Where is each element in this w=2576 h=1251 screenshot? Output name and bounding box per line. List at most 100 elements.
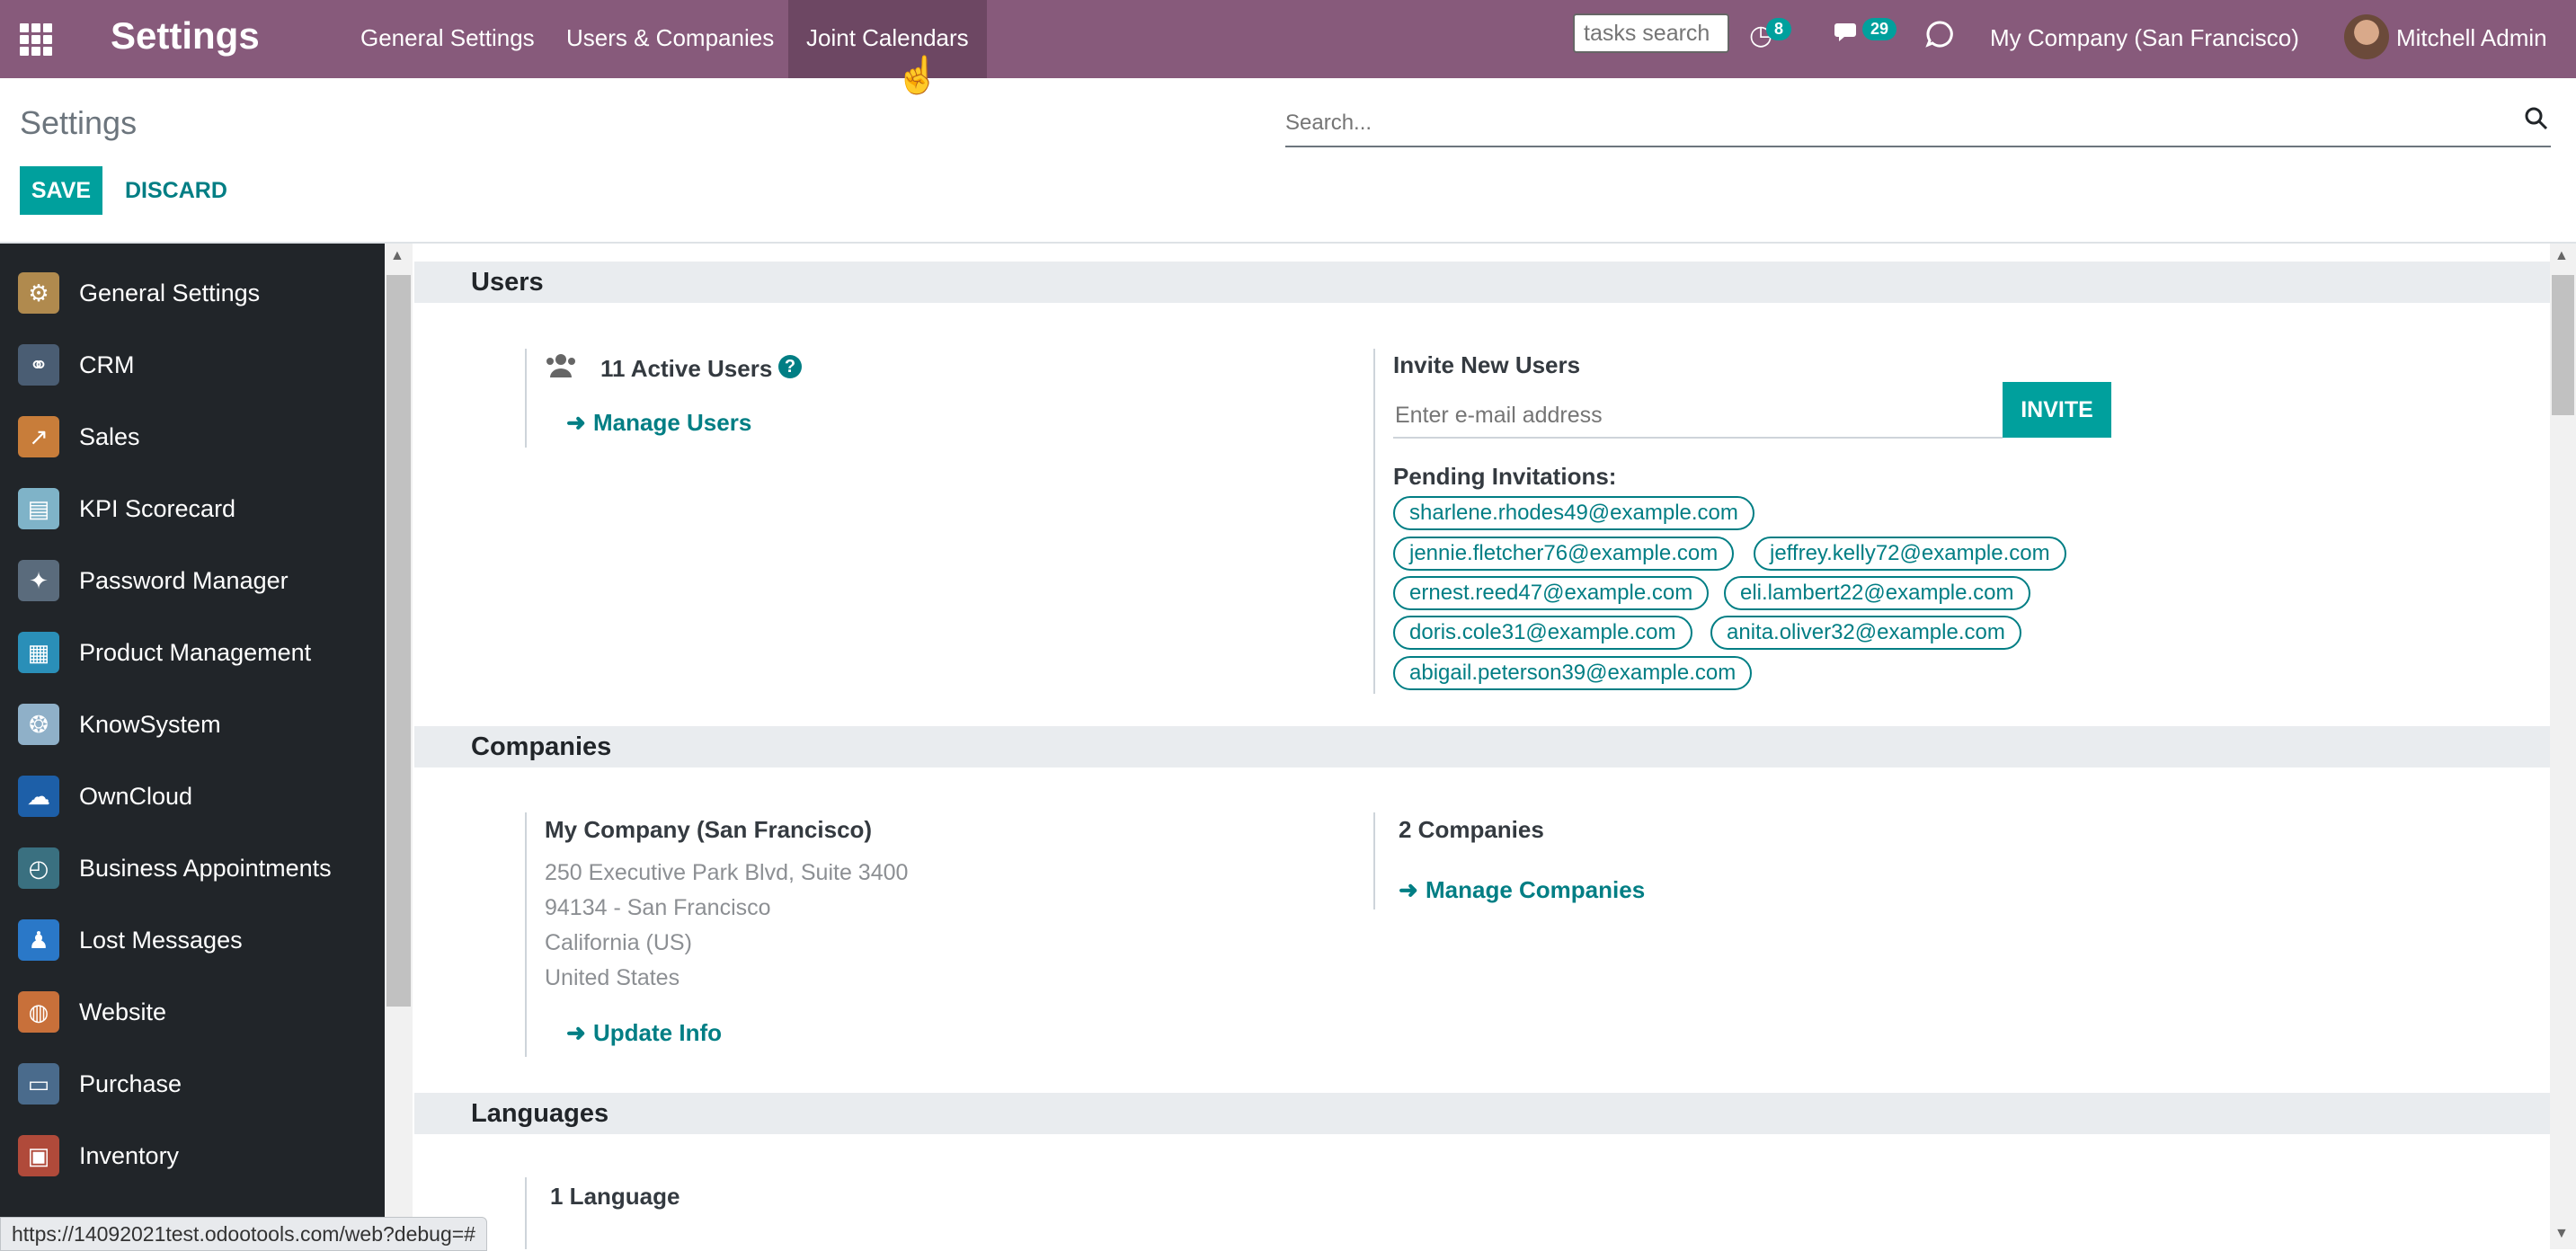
divider	[1373, 812, 1375, 909]
sidebar-item-label: CRM	[79, 350, 135, 378]
company-name: My Company (San Francisco)	[545, 816, 873, 843]
activity-badge: 8	[1766, 18, 1792, 40]
divider	[525, 349, 527, 448]
languages-count: 1 Language	[550, 1183, 680, 1210]
users-section-heading: Users	[414, 262, 2550, 303]
companies-section-heading: Companies	[414, 726, 2550, 767]
search-icon[interactable]	[2524, 106, 2549, 138]
menu-joint-calendars[interactable]: Joint Calendars	[788, 0, 987, 78]
messages-badge: 29	[1862, 18, 1897, 40]
pending-invitation-tag[interactable]: doris.cole31@example.com	[1393, 616, 1692, 650]
main-scroll-thumb[interactable]	[2552, 275, 2574, 415]
discard-button[interactable]: DISCARD	[125, 166, 227, 215]
handshake-icon: ⚭	[18, 344, 59, 386]
sidebar-item-sales[interactable]: ↗ Sales	[0, 401, 385, 473]
sidebar-item-label: OwnCloud	[79, 782, 193, 810]
company-address-line: 250 Executive Park Blvd, Suite 3400	[545, 860, 909, 885]
company-address-line: United States	[545, 965, 680, 990]
top-navbar: Settings General Settings Users & Compan…	[0, 0, 2576, 78]
messages-icon[interactable]	[1834, 20, 1862, 54]
menu-general-settings[interactable]: General Settings	[342, 0, 553, 78]
arrow-right-icon: ➜	[566, 1019, 586, 1046]
chart-icon: ↗	[18, 416, 59, 457]
sidebar-item-label: Inventory	[79, 1141, 180, 1169]
chat-bubble-icon[interactable]	[1925, 20, 1954, 56]
tasks-search-input[interactable]	[1573, 13, 1729, 53]
pending-invitations-title: Pending Invitations:	[1393, 463, 1617, 490]
sidebar-item-label: Lost Messages	[79, 926, 243, 954]
cloud-icon: ☁	[18, 776, 59, 817]
product-icon: ▦	[18, 632, 59, 673]
sidebar-item-crm[interactable]: ⚭ CRM	[0, 329, 385, 401]
settings-sidebar: ⚙ General Settings ⚭ CRM ↗ Sales ▤ KPI S…	[0, 244, 385, 1249]
sidebar-item-lost-messages[interactable]: ♟ Lost Messages	[0, 904, 385, 976]
user-menu[interactable]: Mitchell Admin	[2396, 0, 2547, 78]
sidebar-item-inventory[interactable]: ▣ Inventory	[0, 1120, 385, 1192]
divider	[525, 1177, 527, 1249]
sidebar-scroll-thumb[interactable]	[386, 275, 411, 1007]
languages-section-heading: Languages	[414, 1093, 2550, 1134]
sidebar-item-label: Password Manager	[79, 566, 289, 594]
scroll-up-arrow-icon[interactable]: ▲	[390, 248, 404, 264]
box-icon: ▣	[18, 1135, 59, 1176]
status-bar-url: https://14092021test.odootools.com/web?d…	[0, 1217, 487, 1251]
divider	[1373, 349, 1375, 694]
pending-invitation-tag[interactable]: eli.lambert22@example.com	[1724, 576, 2030, 610]
arrow-right-icon: ➜	[566, 409, 586, 436]
settings-search-input[interactable]	[1285, 101, 2551, 147]
card-icon: ▭	[18, 1063, 59, 1105]
sidebar-item-label: Product Management	[79, 638, 312, 666]
sidebar-item-owncloud[interactable]: ☁ OwnCloud	[0, 760, 385, 832]
brain-icon: ❂	[18, 704, 59, 745]
sidebar-item-kpi-scorecard[interactable]: ▤ KPI Scorecard	[0, 473, 385, 545]
invite-email-input[interactable]	[1393, 394, 2003, 439]
sidebar-item-general-settings[interactable]: ⚙ General Settings	[0, 257, 385, 329]
invite-title: Invite New Users	[1393, 351, 1581, 378]
sidebar-item-label: KnowSystem	[79, 710, 221, 738]
lost-user-icon: ♟	[18, 919, 59, 961]
invite-button[interactable]: INVITE	[2003, 382, 2111, 438]
sidebar-item-purchase[interactable]: ▭ Purchase	[0, 1048, 385, 1120]
sidebar-item-label: Purchase	[79, 1069, 182, 1097]
sidebar-item-product-management[interactable]: ▦ Product Management	[0, 617, 385, 688]
app-brand[interactable]: Settings	[111, 14, 260, 58]
divider	[525, 812, 527, 1057]
company-address-line: California (US)	[545, 930, 692, 955]
page-title: Settings	[20, 104, 138, 141]
sidebar-item-label: Website	[79, 998, 167, 1025]
hand-cursor-icon: ☝	[895, 56, 940, 95]
sidebar-item-business-appointments[interactable]: ◴ Business Appointments	[0, 832, 385, 904]
help-icon[interactable]: ?	[778, 355, 802, 378]
pending-invitation-tag[interactable]: anita.oliver32@example.com	[1710, 616, 2021, 650]
arrow-right-icon: ➜	[1399, 876, 1418, 903]
scroll-up-arrow-icon[interactable]: ▲	[2554, 248, 2569, 264]
sidebar-item-password-manager[interactable]: ✦ Password Manager	[0, 545, 385, 617]
globe-icon: ◍	[18, 991, 59, 1033]
scorecard-icon: ▤	[18, 488, 59, 529]
company-address-line: 94134 - San Francisco	[545, 895, 771, 920]
save-button[interactable]: SAVE	[20, 166, 102, 215]
sidebar-item-website[interactable]: ◍ Website	[0, 976, 385, 1048]
password-icon: ✦	[18, 560, 59, 601]
user-avatar[interactable]	[2344, 14, 2389, 59]
clock-icon: ◴	[18, 847, 59, 889]
pending-invitation-tag[interactable]: sharlene.rhodes49@example.com	[1393, 496, 1754, 530]
scroll-down-arrow-icon[interactable]: ▼	[2554, 1226, 2569, 1242]
active-users-count: 11 Active Users	[600, 355, 773, 382]
pending-invitation-tag[interactable]: ernest.reed47@example.com	[1393, 576, 1710, 610]
pending-invitation-tag[interactable]: abigail.peterson39@example.com	[1393, 656, 1753, 690]
menu-users-companies[interactable]: Users & Companies	[548, 0, 792, 78]
manage-companies-link[interactable]: Manage Companies	[1426, 876, 1645, 904]
sidebar-item-label: KPI Scorecard	[79, 494, 236, 522]
apps-menu-icon[interactable]	[20, 23, 52, 56]
company-switcher[interactable]: My Company (San Francisco)	[1990, 0, 2299, 78]
sidebar-item-label: Sales	[79, 422, 140, 450]
gear-icon: ⚙	[18, 272, 59, 314]
pending-invitation-tag[interactable]: jeffrey.kelly72@example.com	[1754, 537, 2066, 571]
pending-invitation-tag[interactable]: jennie.fletcher76@example.com	[1393, 537, 1735, 571]
sidebar-item-label: General Settings	[79, 279, 261, 306]
sidebar-item-knowsystem[interactable]: ❂ KnowSystem	[0, 688, 385, 760]
manage-users-link[interactable]: Manage Users	[593, 409, 751, 437]
users-icon	[545, 352, 577, 386]
update-info-link[interactable]: Update Info	[593, 1019, 722, 1047]
